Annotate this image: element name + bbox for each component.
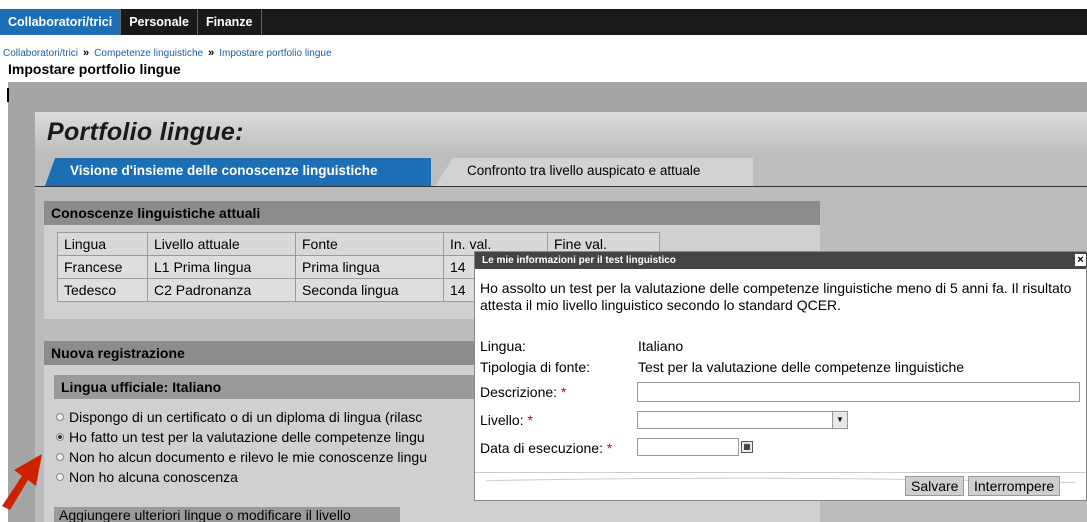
save-button[interactable]: Salvare [905, 476, 965, 496]
required-mark: * [606, 440, 613, 456]
top-nav: Collaboratori/trici Personale Finanze [0, 9, 1087, 35]
nav-tab-finanze[interactable]: Finanze [198, 9, 262, 35]
arrow-shape [2, 454, 42, 510]
portfolio-tabs: Visione d'insieme delle conoscenze lingu… [35, 154, 1087, 186]
nav-tab-collaboratori[interactable]: Collaboratori/trici [0, 9, 122, 35]
option-label: Ho fatto un test per la valutazione dell… [69, 429, 425, 445]
radio-button[interactable] [56, 413, 64, 421]
option-certificate[interactable]: Dispongo di un certificato o di un diplo… [56, 407, 427, 427]
chevron-down-icon[interactable]: ▼ [832, 412, 847, 428]
breadcrumb-separator: » [83, 47, 90, 59]
header-area: Collaboratori/trici » Competenze linguisti… [0, 35, 1087, 82]
description-input[interactable] [637, 382, 1080, 402]
test-info-dialog: Le mie informazioni per il test linguist… [474, 251, 1087, 501]
language-value: Italiano [638, 338, 684, 354]
dialog-footer: Salvare Interrompere [475, 472, 1086, 500]
divider [7, 88, 9, 102]
top-strip [0, 0, 1087, 9]
close-icon[interactable]: × [1074, 253, 1087, 267]
description-label-text: Descrizione: [480, 384, 558, 400]
dialog-title: Le mie informazioni per il test linguist… [482, 255, 676, 266]
option-label: Dispongo di un certificato o di un diplo… [69, 409, 423, 425]
date-input[interactable] [637, 438, 739, 456]
level-label-text: Livello: [480, 412, 524, 428]
source-value: Test per la valutazione delle competenze… [638, 359, 965, 375]
level-select[interactable]: ▼ [637, 411, 848, 429]
table-cell: Tedesco [57, 278, 148, 302]
calendar-icon[interactable]: ▦ [741, 441, 753, 453]
radio-button[interactable] [56, 453, 64, 461]
date-label: Data di esecuzione: * [480, 440, 612, 456]
nav-tab-personale[interactable]: Personale [121, 9, 198, 35]
breadcrumb-item-portfolio[interactable]: Impostare portfolio lingue [219, 48, 331, 59]
breadcrumb-separator: » [208, 47, 215, 59]
date-label-text: Data di esecuzione: [480, 440, 603, 456]
tab-comparison[interactable]: Confronto tra livello auspicato e attual… [435, 158, 753, 186]
table-cell: Prima lingua [295, 255, 444, 279]
description-label: Descrizione: * [480, 384, 566, 400]
dialog-title-bar: Le mie informazioni per il test linguist… [475, 252, 1087, 269]
pointer-arrow-icon [2, 454, 42, 510]
option-list: Dispongo di un certificato o di un diplo… [56, 407, 427, 487]
option-test[interactable]: Ho fatto un test per la valutazione dell… [56, 427, 427, 447]
required-mark: * [560, 384, 567, 400]
table-cell: L1 Prima lingua [147, 255, 296, 279]
breadcrumb-item-competenze[interactable]: Competenze linguistiche [94, 48, 203, 59]
breadcrumb-item-collaboratori[interactable]: Collaboratori/trici [3, 48, 78, 59]
column-header[interactable]: Lingua [57, 232, 148, 256]
dialog-description: Ho assolto un test per la valutazione de… [480, 280, 1072, 313]
level-label: Livello: * [480, 412, 533, 428]
add-languages-button[interactable]: Aggiungere ulteriori lingue o modificare… [54, 507, 400, 522]
breadcrumb: Collaboratori/trici » Competenze linguisti… [3, 47, 332, 59]
table-cell: Seconda lingua [295, 278, 444, 302]
portfolio-title: Portfolio lingue: [47, 118, 244, 146]
tab-overview[interactable]: Visione d'insieme delle conoscenze lingu… [45, 158, 431, 186]
table-cell: C2 Padronanza [147, 278, 296, 302]
cancel-button[interactable]: Interrompere [968, 476, 1061, 496]
option-no-knowledge[interactable]: Non ho alcuna conoscenza [56, 467, 427, 487]
column-header[interactable]: Fonte [295, 232, 444, 256]
column-header[interactable]: Livello attuale [147, 232, 296, 256]
page-title: Impostare portfolio lingue [8, 61, 181, 77]
radio-button-checked[interactable] [56, 433, 64, 441]
radio-button[interactable] [56, 473, 64, 481]
source-label: Tipologia di fonte: [480, 359, 590, 375]
option-label: Non ho alcun documento e rilevo le mie c… [69, 449, 427, 465]
table-cell: Francese [57, 255, 148, 279]
required-mark: * [527, 412, 533, 428]
current-skills-heading: Conoscenze linguistiche attuali [44, 201, 820, 225]
portfolio-header: Portfolio lingue: [35, 112, 1087, 154]
option-no-document[interactable]: Non ho alcun documento e rilevo le mie c… [56, 447, 427, 467]
option-label: Non ho alcuna conoscenza [69, 469, 238, 485]
language-label: Lingua: [480, 338, 526, 354]
